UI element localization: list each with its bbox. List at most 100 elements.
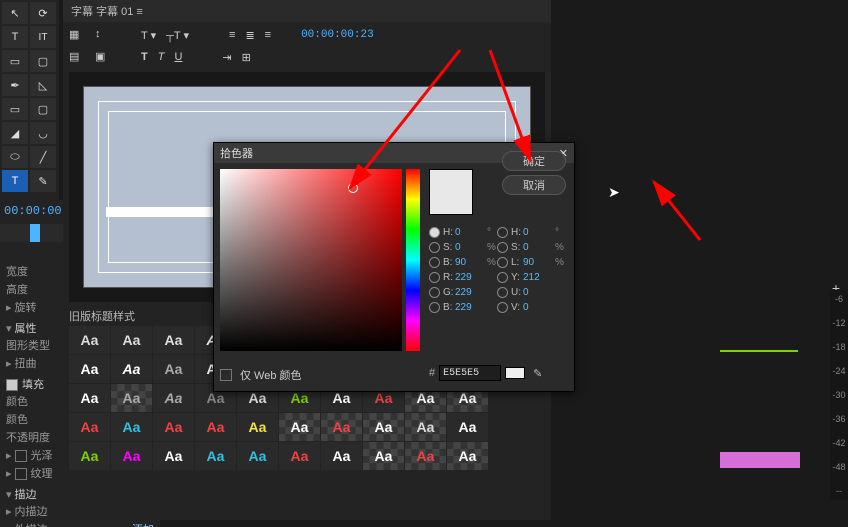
tool-eyedropper[interactable]: ✎ xyxy=(30,170,56,192)
tool-type-h[interactable]: T xyxy=(2,26,28,48)
style-swatch[interactable]: Aa xyxy=(279,413,320,441)
radio-s2[interactable] xyxy=(497,242,508,253)
style-swatch[interactable]: Aa xyxy=(69,442,110,470)
s-value[interactable]: 0 xyxy=(455,242,485,253)
tool-rotate[interactable]: ⟳ xyxy=(30,2,56,24)
style-swatch[interactable]: Aa xyxy=(111,384,152,412)
g-value[interactable]: 229 xyxy=(455,287,485,298)
align-right-icon[interactable]: ≡ xyxy=(265,29,271,41)
video-clip[interactable] xyxy=(720,452,800,468)
tool-area-type[interactable]: ▭ xyxy=(2,50,28,72)
eyedropper-icon[interactable]: ✎ xyxy=(533,367,545,379)
radio-r[interactable] xyxy=(429,272,440,283)
distribute-icon[interactable]: ⊞ xyxy=(242,51,251,64)
tool-anchor[interactable]: ◺ xyxy=(30,74,56,96)
style-swatch[interactable]: Aa xyxy=(195,413,236,441)
style-swatch[interactable]: Aa xyxy=(111,413,152,441)
canvas-timecode[interactable]: 00:00:00:23 xyxy=(301,29,374,41)
roll-crawl-icon[interactable]: ↕ xyxy=(95,28,111,42)
style-swatch[interactable]: Aa xyxy=(321,413,362,441)
style-swatch[interactable]: Aa xyxy=(363,442,404,470)
radio-h2[interactable] xyxy=(497,227,508,238)
fill-section[interactable]: 填充 xyxy=(22,379,44,391)
tool-type-v[interactable]: IT xyxy=(30,26,56,48)
cancel-button[interactable]: 取消 xyxy=(502,175,566,195)
style-swatch[interactable]: Aa xyxy=(153,413,194,441)
h-value[interactable]: 0 xyxy=(455,227,485,238)
style-swatch[interactable]: Aa xyxy=(237,413,278,441)
blue-value[interactable]: 229 xyxy=(455,302,485,313)
style-swatch[interactable]: Aa xyxy=(405,442,446,470)
tool-text-selected[interactable]: T xyxy=(2,170,28,192)
add-outer-stroke[interactable]: 添加 xyxy=(132,521,154,527)
saturation-value-field[interactable] xyxy=(220,169,402,351)
new-title-icon[interactable]: ▦ xyxy=(69,28,85,42)
italic-icon[interactable]: T xyxy=(158,51,165,63)
font-family-dd[interactable]: T ▾ xyxy=(141,29,156,42)
radio-bl[interactable] xyxy=(429,302,440,313)
bold-icon[interactable]: T xyxy=(141,51,148,63)
tool-roundrect[interactable]: ▢ xyxy=(30,98,56,120)
radio-l[interactable] xyxy=(497,257,508,268)
ok-button[interactable]: 确定 xyxy=(502,151,566,171)
style-swatch[interactable]: Aa xyxy=(111,355,152,383)
fill-checkbox[interactable] xyxy=(6,379,18,391)
style-swatch[interactable]: Aa xyxy=(153,326,194,354)
r-value[interactable]: 229 xyxy=(455,272,485,283)
tool-pen[interactable]: ✒ xyxy=(2,74,28,96)
b-value[interactable]: 90 xyxy=(455,257,485,268)
align-center-icon[interactable]: ≣ xyxy=(245,29,254,42)
radio-b[interactable] xyxy=(429,257,440,268)
tool-arc[interactable]: ◡ xyxy=(30,122,56,144)
tool-line[interactable]: ╱ xyxy=(30,146,56,168)
radio-u[interactable] xyxy=(497,287,508,298)
style-swatch[interactable]: Aa xyxy=(153,384,194,412)
font-style-dd[interactable]: ┬T ▾ xyxy=(166,29,189,42)
style-swatch[interactable]: Aa xyxy=(447,413,488,441)
s2-value[interactable]: 0 xyxy=(523,242,553,253)
l-value[interactable]: 90 xyxy=(523,257,553,268)
v-value[interactable]: 0 xyxy=(523,302,553,313)
tool-ellipse[interactable]: ⬭ xyxy=(2,146,28,168)
align-left-icon[interactable]: ≡ xyxy=(229,29,235,41)
hex-input[interactable] xyxy=(439,365,501,381)
timeline-timecode[interactable]: 00:00:00:23 xyxy=(0,200,63,222)
texture-checkbox[interactable] xyxy=(15,468,27,480)
style-swatch[interactable]: Aa xyxy=(237,442,278,470)
show-video-icon[interactable]: ▣ xyxy=(95,50,111,64)
radio-y[interactable] xyxy=(497,272,508,283)
style-swatch[interactable]: Aa xyxy=(447,442,488,470)
radio-s[interactable] xyxy=(429,242,440,253)
tool-rect[interactable]: ▭ xyxy=(2,98,28,120)
style-swatch[interactable]: Aa xyxy=(111,442,152,470)
templates-icon[interactable]: ▤ xyxy=(69,50,85,64)
titler-tab[interactable]: 字幕 字幕 01 ≡ xyxy=(63,0,551,22)
style-swatch[interactable]: Aa xyxy=(69,355,110,383)
strokes-section[interactable]: 描边 xyxy=(15,489,37,501)
tab-icon[interactable]: ⇥ xyxy=(222,51,231,64)
texture-label[interactable]: 纹理 xyxy=(31,468,53,480)
style-swatch[interactable]: Aa xyxy=(69,326,110,354)
tool-path-type[interactable]: ▢ xyxy=(30,50,56,72)
u-value[interactable]: 0 xyxy=(523,287,553,298)
sheen-checkbox[interactable] xyxy=(15,450,27,462)
radio-g[interactable] xyxy=(429,287,440,298)
style-swatch[interactable]: Aa xyxy=(279,442,320,470)
style-swatch[interactable]: Aa xyxy=(405,413,446,441)
radio-v[interactable] xyxy=(497,302,508,313)
style-swatch[interactable]: Aa xyxy=(321,442,362,470)
hue-slider[interactable] xyxy=(406,169,420,351)
timeline-mini[interactable] xyxy=(0,224,63,242)
sheen-label[interactable]: 光泽 xyxy=(31,450,53,462)
style-swatch[interactable]: Aa xyxy=(69,413,110,441)
web-only-checkbox[interactable] xyxy=(220,369,232,381)
style-swatch[interactable]: Aa xyxy=(363,413,404,441)
h2-value[interactable]: 0 xyxy=(523,227,553,238)
style-swatch[interactable]: Aa xyxy=(153,355,194,383)
style-swatch[interactable]: Aa xyxy=(153,442,194,470)
style-swatch[interactable]: Aa xyxy=(111,326,152,354)
y-value[interactable]: 212 xyxy=(523,272,553,283)
radio-h[interactable] xyxy=(429,227,440,238)
distort-label[interactable]: 扭曲 xyxy=(15,358,37,370)
attributes-section[interactable]: 属性 xyxy=(15,323,37,335)
